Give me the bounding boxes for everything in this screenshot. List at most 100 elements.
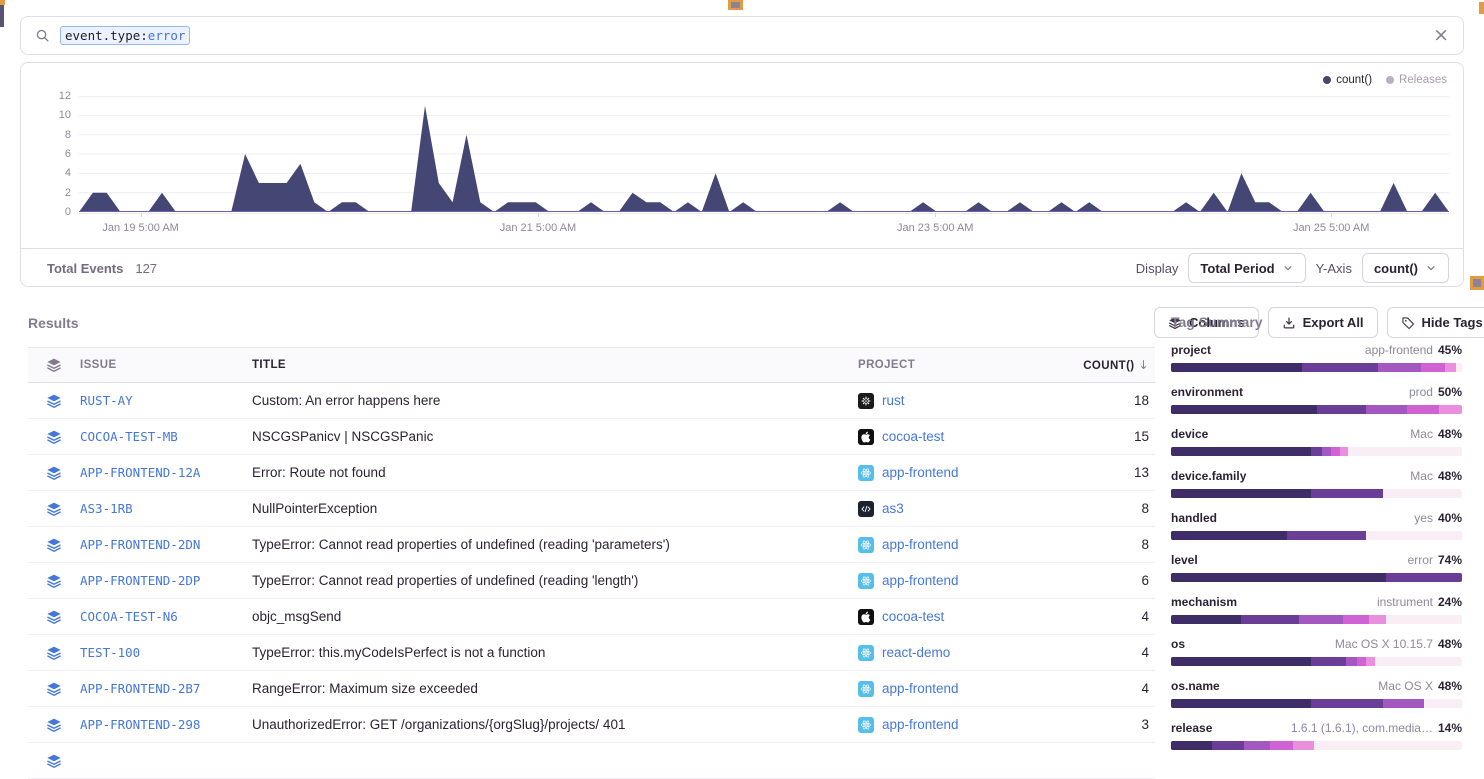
tag-bar-segment[interactable] <box>1366 657 1375 666</box>
search-bar[interactable]: event.type:error × <box>20 16 1464 55</box>
tag-row-handled: handledyes40% <box>1171 511 1462 540</box>
tag-distribution-bar[interactable] <box>1171 699 1462 708</box>
display-label: Display <box>1136 261 1179 276</box>
tag-top-value: yes <box>1414 511 1433 526</box>
issue-link[interactable]: RUST-AY <box>80 393 133 408</box>
tag-top-value: Mac <box>1410 469 1433 484</box>
project-link[interactable]: as3 <box>882 501 904 516</box>
tag-bar-segment[interactable] <box>1311 489 1384 498</box>
tag-distribution-bar[interactable] <box>1171 363 1462 372</box>
tag-bar-segment[interactable] <box>1171 405 1317 414</box>
tag-distribution-bar[interactable] <box>1171 531 1462 540</box>
tag-bar-segment[interactable] <box>1357 657 1366 666</box>
tag-bar-segment[interactable] <box>1445 363 1457 372</box>
sort-descending-icon: ↓ <box>1139 358 1149 372</box>
project-cell: app-frontend <box>858 573 1061 589</box>
project-link[interactable]: rust <box>882 393 905 408</box>
project-link[interactable]: react-demo <box>882 645 950 660</box>
tag-distribution-bar[interactable] <box>1171 447 1462 456</box>
y-axis-dropdown[interactable]: count() <box>1362 253 1449 283</box>
tag-distribution-bar[interactable] <box>1171 615 1462 624</box>
count-cell: 3 <box>1061 717 1155 732</box>
tag-bar-segment[interactable] <box>1171 657 1311 666</box>
tag-bar-segment[interactable] <box>1317 405 1366 414</box>
project-link[interactable]: app-frontend <box>882 717 959 732</box>
tag-distribution-bar[interactable] <box>1171 573 1462 582</box>
chart-plot-area[interactable] <box>79 96 1449 212</box>
y-axis-tick-label: 0 <box>25 206 71 218</box>
header-cell-count[interactable]: COUNT()↓ <box>1061 358 1155 372</box>
project-link[interactable]: app-frontend <box>882 573 959 588</box>
issue-link[interactable]: APP-FRONTEND-298 <box>80 717 200 732</box>
project-link[interactable]: cocoa-test <box>882 429 944 444</box>
issue-stack-icon <box>28 609 80 625</box>
tag-bar-segment[interactable] <box>1421 363 1444 372</box>
issue-link[interactable]: AS3-1RB <box>80 501 133 516</box>
tag-bar-segment[interactable] <box>1171 489 1311 498</box>
tag-bar-segment[interactable] <box>1311 447 1323 456</box>
issue-link[interactable]: APP-FRONTEND-2DN <box>80 537 200 552</box>
tag-bar-segment[interactable] <box>1311 657 1346 666</box>
tag-bar-segment[interactable] <box>1293 741 1313 750</box>
tag-bar-segment[interactable] <box>1241 615 1299 624</box>
legend-item-Releases[interactable]: Releases <box>1386 74 1447 86</box>
tag-bar-segment[interactable] <box>1270 741 1293 750</box>
tag-bar-segment[interactable] <box>1346 657 1358 666</box>
header-cell-project[interactable]: PROJECT <box>858 359 1061 371</box>
tag-bar-segment[interactable] <box>1171 573 1386 582</box>
tag-bar-segment[interactable] <box>1299 615 1343 624</box>
tag-bar-segment[interactable] <box>1383 699 1424 708</box>
search-token-value: error <box>148 27 186 44</box>
issue-cell: APP-FRONTEND-298 <box>80 717 252 732</box>
issue-link[interactable]: COCOA-TEST-MB <box>80 429 178 444</box>
project-link[interactable]: app-frontend <box>882 537 959 552</box>
issue-link[interactable]: COCOA-TEST-N6 <box>80 609 178 624</box>
tag-bar-segment[interactable] <box>1378 363 1422 372</box>
tag-name: device.family <box>1171 469 1246 484</box>
tag-distribution-bar[interactable] <box>1171 741 1462 750</box>
tag-bar-segment[interactable] <box>1171 699 1311 708</box>
tag-summary-sidebar: Tag Summary projectapp-frontend45%enviro… <box>1171 314 1462 763</box>
project-link[interactable]: app-frontend <box>882 681 959 696</box>
tag-bar-segment[interactable] <box>1343 615 1369 624</box>
tag-distribution-bar[interactable] <box>1171 657 1462 666</box>
tag-bar-segment[interactable] <box>1171 531 1287 540</box>
tag-bar-segment[interactable] <box>1369 615 1386 624</box>
display-dropdown[interactable]: Total Period <box>1188 253 1305 283</box>
tag-bar-segment[interactable] <box>1322 447 1331 456</box>
tag-bar-segment[interactable] <box>1302 363 1378 372</box>
search-query-token[interactable]: event.type:error <box>60 26 190 45</box>
legend-item-count[interactable]: count() <box>1323 74 1372 86</box>
tag-distribution-bar[interactable] <box>1171 489 1462 498</box>
issue-link[interactable]: APP-FRONTEND-2DP <box>80 573 200 588</box>
tag-bar-segment[interactable] <box>1171 741 1212 750</box>
tag-bar-segment[interactable] <box>1340 447 1349 456</box>
issue-link[interactable]: APP-FRONTEND-12A <box>80 465 200 480</box>
issue-link[interactable]: TEST-100 <box>80 645 140 660</box>
row-title: objc_msgSend <box>252 609 858 624</box>
header-cell-title[interactable]: TITLE <box>252 359 858 371</box>
tag-bar-segment[interactable] <box>1244 741 1270 750</box>
tag-bar-segment[interactable] <box>1171 615 1241 624</box>
y-axis-tick-label: 8 <box>25 129 71 141</box>
results-table: ISSUE TITLE PROJECT COUNT()↓ RUST-AYCust… <box>28 347 1155 779</box>
tag-bar-segment[interactable] <box>1331 447 1340 456</box>
tag-distribution-bar[interactable] <box>1171 405 1462 414</box>
project-link[interactable]: cocoa-test <box>882 609 944 624</box>
tag-bar-segment[interactable] <box>1407 405 1439 414</box>
header-cell-issue[interactable]: ISSUE <box>80 359 252 371</box>
clear-search-button[interactable]: × <box>1433 26 1449 45</box>
project-link[interactable]: app-frontend <box>882 465 959 480</box>
issue-stack-icon <box>28 753 80 769</box>
tag-bar-segment[interactable] <box>1212 741 1244 750</box>
tag-bar-segment[interactable] <box>1311 699 1384 708</box>
tag-bar-segment[interactable] <box>1287 531 1366 540</box>
tag-bar-segment[interactable] <box>1439 405 1462 414</box>
y-axis-label: Y-Axis <box>1316 261 1352 276</box>
issue-link[interactable]: APP-FRONTEND-2B7 <box>80 681 200 696</box>
tag-bar-segment[interactable] <box>1386 573 1462 582</box>
issue-stack-icon <box>28 501 80 517</box>
tag-bar-segment[interactable] <box>1171 447 1311 456</box>
tag-bar-segment[interactable] <box>1366 405 1407 414</box>
tag-bar-segment[interactable] <box>1171 363 1302 372</box>
